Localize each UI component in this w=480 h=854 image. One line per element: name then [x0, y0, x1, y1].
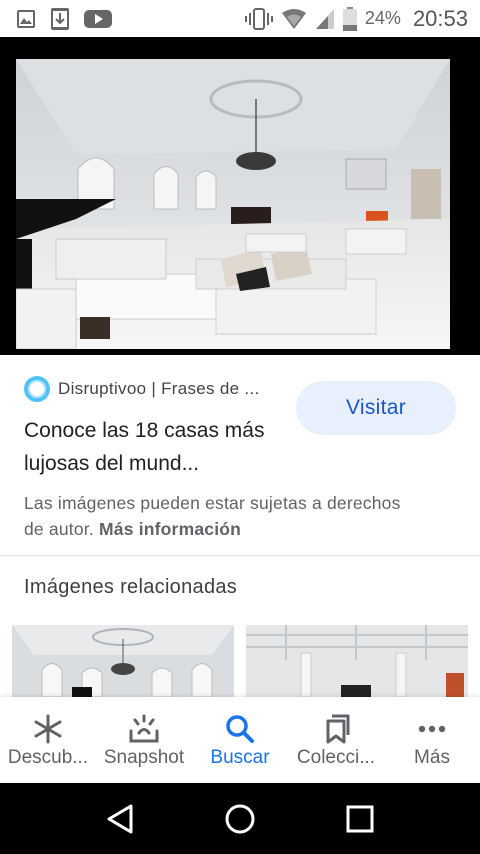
- nav-label: Colecci...: [296, 747, 376, 768]
- system-navigation-bar: [0, 783, 480, 854]
- site-name[interactable]: Disruptivoo | Frases de ...: [58, 379, 259, 399]
- divider: [0, 555, 480, 556]
- bottom-navigation: Descub... Snapshot Buscar Colecci... Más: [0, 697, 480, 783]
- copyright-notice: Las imágenes pueden estar sujetas a dere…: [24, 490, 424, 542]
- related-image-thumbnail[interactable]: [12, 625, 234, 697]
- download-icon: [51, 7, 69, 30]
- visit-button[interactable]: Visitar: [296, 381, 456, 435]
- asterisk-icon: [34, 714, 62, 744]
- site-favicon-icon: [24, 376, 50, 402]
- nav-collections[interactable]: Colecci...: [288, 697, 384, 783]
- nav-more[interactable]: Más: [384, 697, 480, 783]
- more-dots-icon: [418, 725, 446, 733]
- status-bar: 24% 20:53: [0, 0, 480, 37]
- snapshot-icon: [129, 714, 159, 743]
- related-images-heading: Imágenes relacionadas: [24, 576, 238, 598]
- page-title[interactable]: Conoce las 18 casas más lujosas del mund…: [24, 414, 284, 480]
- nav-label: Descub...: [7, 747, 89, 768]
- clock: 20:53: [412, 5, 468, 31]
- source-row[interactable]: Disruptivoo | Frases de ...: [24, 376, 259, 402]
- battery-icon: [342, 6, 357, 31]
- more-info-link[interactable]: Más información: [99, 519, 241, 539]
- signal-icon: [315, 8, 334, 29]
- related-image-thumbnail[interactable]: [246, 625, 468, 697]
- home-icon[interactable]: [223, 802, 257, 836]
- nav-label: Snapshot: [103, 747, 185, 768]
- nav-label: Más: [414, 747, 450, 768]
- recents-icon[interactable]: [343, 802, 377, 836]
- nav-search[interactable]: Buscar: [192, 697, 288, 783]
- nav-label: Buscar: [210, 747, 270, 768]
- nav-discover[interactable]: Descub...: [0, 697, 96, 783]
- gallery-icon: [17, 9, 35, 28]
- nav-snapshot[interactable]: Snapshot: [96, 697, 192, 783]
- vibrate-icon: [244, 7, 273, 30]
- image-viewer: [0, 37, 480, 355]
- wifi-icon: [281, 8, 306, 29]
- back-icon[interactable]: [103, 802, 137, 836]
- battery-percent: 24%: [364, 8, 401, 28]
- youtube-icon: [84, 9, 112, 28]
- bookmarks-icon: [326, 714, 350, 744]
- search-icon: [226, 715, 254, 743]
- main-image[interactable]: [16, 59, 450, 349]
